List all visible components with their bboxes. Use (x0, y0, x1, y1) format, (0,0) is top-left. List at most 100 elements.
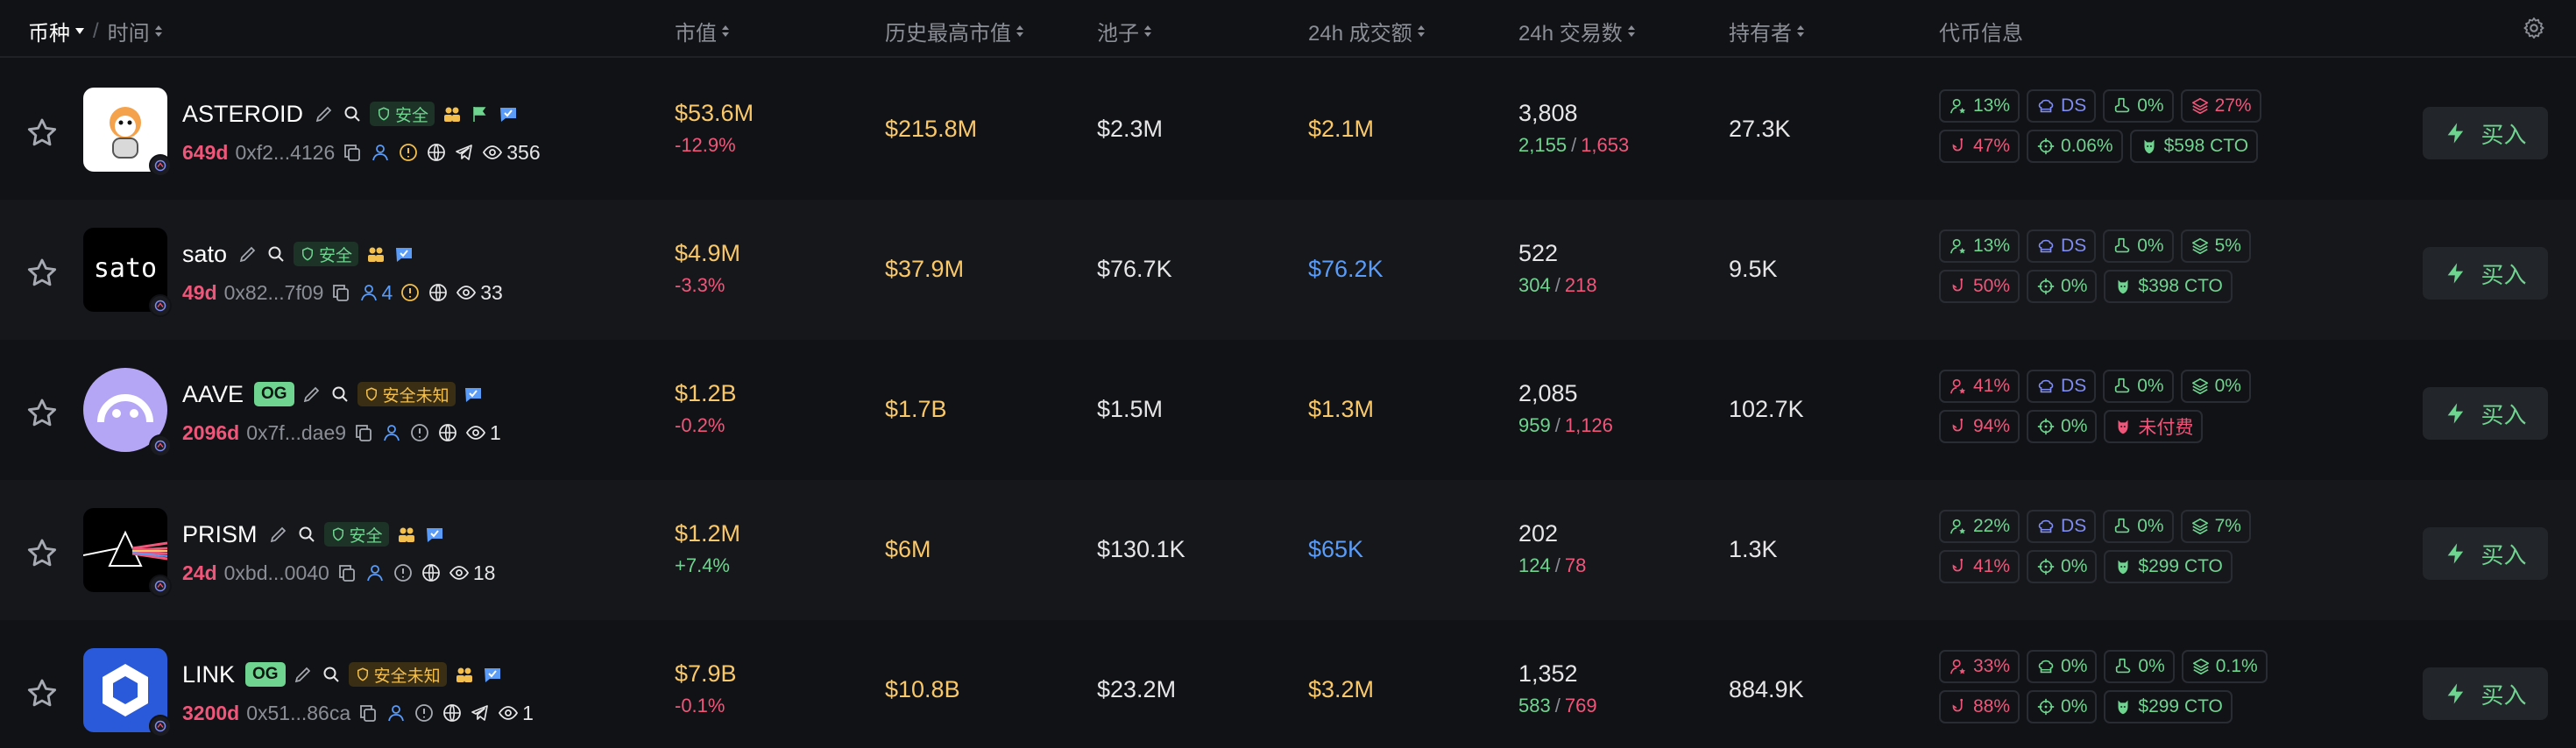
dev-chip[interactable]: DS (2027, 370, 2097, 403)
dev-chip[interactable]: DS (2027, 89, 2097, 123)
sort-ath[interactable]: 历史最高市值 (885, 16, 1023, 46)
telegram-icon[interactable] (470, 702, 491, 723)
table-row[interactable]: PRISM 安全 24d 0xbd...0040 18 $1.2M +7.4% … (0, 480, 2576, 620)
globe-icon[interactable] (428, 282, 449, 303)
token-address[interactable]: 0x51...86ca (246, 702, 350, 725)
warning-icon[interactable] (398, 142, 419, 163)
snipers-chip[interactable]: 41% (1939, 550, 2020, 583)
dex-fee-chip[interactable]: 0% (2027, 270, 2098, 303)
warning-icon[interactable] (400, 282, 421, 303)
token-address[interactable]: 0xbd...0040 (224, 561, 329, 585)
top10-chip[interactable]: 13% (1939, 89, 2020, 123)
edit-icon[interactable] (293, 664, 314, 685)
token-name[interactable]: ASTEROID (182, 101, 303, 128)
snipers-chip[interactable]: 94% (1939, 410, 2020, 443)
table-row[interactable]: AAVE OG 安全未知 2096d 0x7f...dae9 1 $1.2B -… (0, 340, 2576, 480)
edit-icon[interactable] (301, 384, 322, 405)
sort-token[interactable]: 币种 / 时间 (28, 16, 162, 46)
globe-icon[interactable] (426, 142, 447, 163)
bundled-chip[interactable]: 0% (2180, 370, 2251, 403)
telegram-icon[interactable] (454, 142, 475, 163)
holders-link[interactable] (381, 422, 402, 443)
paid-chip[interactable]: $299 CTO (2104, 690, 2233, 723)
sort-pool[interactable]: 池子 (1097, 16, 1151, 46)
search-icon[interactable] (329, 384, 350, 405)
sort-holders[interactable]: 持有者 (1729, 16, 1804, 46)
edit-icon[interactable] (237, 243, 258, 265)
insiders-chip[interactable]: 0% (2103, 89, 2174, 123)
holders-link[interactable] (370, 142, 391, 163)
insiders-chip[interactable]: 0% (2103, 370, 2174, 403)
top10-chip[interactable]: 33% (1939, 650, 2020, 683)
time-col-label[interactable]: 时间 (108, 16, 150, 46)
buy-button[interactable]: 买入 (2423, 247, 2548, 300)
globe-icon[interactable] (442, 702, 463, 723)
snipers-chip[interactable]: 47% (1939, 130, 2020, 163)
warning-icon[interactable] (409, 422, 430, 443)
token-address[interactable]: 0x7f...dae9 (246, 421, 346, 445)
token-name[interactable]: PRISM (182, 521, 258, 548)
buy-button[interactable]: 买入 (2423, 107, 2548, 159)
globe-icon[interactable] (421, 562, 442, 583)
token-address[interactable]: 0x82...7f09 (224, 281, 324, 305)
dev-chip[interactable]: DS (2027, 510, 2097, 543)
edit-icon[interactable] (314, 103, 335, 124)
copy-icon[interactable] (353, 422, 374, 443)
globe-icon[interactable] (437, 422, 458, 443)
snipers-chip[interactable]: 88% (1939, 690, 2020, 723)
buy-button[interactable]: 买入 (2423, 527, 2548, 580)
dex-fee-chip[interactable]: 0% (2027, 550, 2098, 583)
insiders-chip[interactable]: 0% (2103, 229, 2174, 263)
holders-link[interactable]: 4 (358, 281, 393, 305)
sort-market-cap[interactable]: 市值 (675, 16, 729, 46)
table-row[interactable]: sato sato 安全 49d 0x82...7f09 4 33 $4.9M … (0, 200, 2576, 340)
paid-chip[interactable]: 未付费 (2104, 410, 2204, 443)
star-icon[interactable] (25, 536, 60, 571)
insiders-chip[interactable]: 0% (2104, 650, 2175, 683)
warning-icon[interactable] (393, 562, 414, 583)
holders-link[interactable] (364, 562, 386, 583)
sort-txns[interactable]: 24h 交易数 (1518, 16, 1635, 46)
dex-fee-chip[interactable]: 0.06% (2027, 130, 2123, 163)
star-icon[interactable] (25, 116, 60, 151)
search-icon[interactable] (265, 243, 287, 265)
insiders-chip[interactable]: 0% (2103, 510, 2174, 543)
bundled-chip[interactable]: 0.1% (2181, 650, 2268, 683)
top10-chip[interactable]: 41% (1939, 370, 2020, 403)
token-name[interactable]: LINK (182, 661, 235, 688)
copy-icon[interactable] (336, 562, 357, 583)
paid-chip[interactable]: $299 CTO (2104, 550, 2233, 583)
bundled-chip[interactable]: 7% (2180, 510, 2251, 543)
table-row[interactable]: ASTEROID 安全 649d 0xf2...4126 356 $53.6M … (0, 60, 2576, 200)
sort-volume[interactable]: 24h 成交额 (1308, 16, 1425, 46)
bundled-chip[interactable]: 5% (2180, 229, 2251, 263)
token-name[interactable]: sato (182, 241, 227, 268)
buy-button[interactable]: 买入 (2423, 387, 2548, 440)
copy-icon[interactable] (342, 142, 363, 163)
dex-fee-chip[interactable]: 0% (2027, 690, 2098, 723)
star-icon[interactable] (25, 396, 60, 431)
top10-chip[interactable]: 13% (1939, 229, 2020, 263)
snipers-chip[interactable]: 50% (1939, 270, 2020, 303)
top10-chip[interactable]: 22% (1939, 510, 2020, 543)
search-icon[interactable] (296, 524, 317, 545)
search-icon[interactable] (321, 664, 342, 685)
star-icon[interactable] (25, 256, 60, 291)
bundled-chip[interactable]: 27% (2180, 89, 2261, 123)
dev-chip[interactable]: DS (2027, 229, 2097, 263)
buy-button[interactable]: 买入 (2423, 667, 2548, 720)
paid-chip[interactable]: $598 CTO (2129, 130, 2259, 163)
holders-link[interactable] (386, 702, 407, 723)
gear-icon[interactable] (2522, 16, 2546, 40)
table-row[interactable]: LINK OG 安全未知 3200d 0x51...86ca 1 $7.9B -… (0, 620, 2576, 748)
copy-icon[interactable] (330, 282, 351, 303)
dex-fee-chip[interactable]: 0% (2027, 410, 2098, 443)
copy-icon[interactable] (357, 702, 379, 723)
paid-chip[interactable]: $398 CTO (2104, 270, 2233, 303)
dev-chip[interactable]: 0% (2027, 650, 2098, 683)
star-icon[interactable] (25, 676, 60, 711)
edit-icon[interactable] (268, 524, 289, 545)
search-icon[interactable] (342, 103, 363, 124)
warning-icon[interactable] (414, 702, 435, 723)
token-address[interactable]: 0xf2...4126 (235, 141, 335, 165)
